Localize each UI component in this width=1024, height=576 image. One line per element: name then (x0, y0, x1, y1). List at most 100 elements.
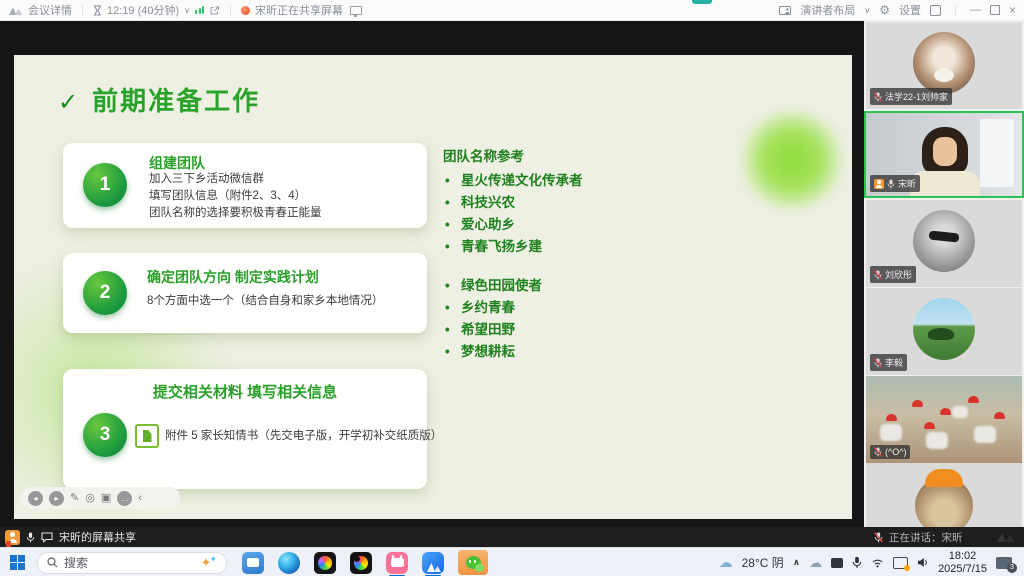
step-number-badge: 2 (83, 271, 127, 315)
camera-app-icon[interactable] (349, 551, 373, 575)
participant-name: 刘欣彤 (885, 268, 912, 281)
participant-tile[interactable]: (^O^) (866, 376, 1022, 463)
host-avatar-chip (874, 179, 884, 189)
participant-badge: 李毅 (870, 354, 907, 371)
meeting-timer[interactable]: 12:19 (40分钟) (107, 2, 179, 18)
wechat-app-icon-active[interactable] (457, 551, 489, 575)
pen-icon: ✎ (70, 493, 79, 504)
bilibili-app-icon[interactable] (385, 551, 409, 575)
refs-header: 团队名称参考 (443, 145, 583, 165)
step-number-badge: 1 (83, 163, 127, 207)
participant-badge: 宋昕 (870, 175, 920, 192)
mic-icon (26, 532, 35, 543)
slide-title: 前期准备工作 (92, 81, 260, 118)
open-external-icon[interactable] (209, 5, 220, 16)
video-person (910, 171, 980, 198)
settings-gear-icon[interactable]: ⚙ (879, 5, 890, 15)
video-background (980, 119, 1014, 187)
search-box[interactable]: 搜索 ✦✦ (37, 552, 227, 574)
collapse-toolbar-icon: ‹ (138, 493, 142, 504)
minimize-button[interactable]: — (970, 4, 981, 16)
taskbar-right: ☁ 28°C 阴 ∧ ☁ 18:02 2025/7/15 (719, 550, 1024, 575)
photo-detail (924, 422, 935, 429)
settings-button[interactable]: 设置 (899, 2, 921, 18)
timer-caret-icon[interactable]: ∨ (184, 6, 190, 15)
fullscreen-button[interactable] (930, 5, 941, 16)
weather-text[interactable]: 28°C 阴 (742, 554, 784, 571)
participant-tile[interactable] (866, 463, 1022, 527)
avatar-detail (925, 469, 963, 487)
taskbar-apps (241, 551, 489, 575)
mic-tray-icon[interactable] (852, 556, 862, 569)
step-line: 附件 5 家长知情书（先交电子版，开学初补交纸质版） (165, 428, 442, 445)
avatar-detail (934, 68, 954, 82)
taskbar-clock[interactable]: 18:02 2025/7/15 (938, 550, 987, 575)
mic-muted-icon (874, 358, 882, 368)
widgets-app-icon[interactable] (241, 551, 265, 575)
participant-tile[interactable]: 法学22-1刘帅家 (866, 22, 1022, 109)
step-line: 加入三下乡活动微信群 (149, 171, 264, 188)
cast-screen-tray-icon[interactable] (893, 557, 908, 569)
photo-detail (968, 396, 979, 403)
photos-app-icon[interactable] (313, 551, 337, 575)
video-person (933, 137, 957, 166)
onedrive-cloud-icon[interactable]: ☁ (809, 555, 822, 571)
step-title: 确定团队方向 制定实践计划 (147, 267, 319, 287)
speaking-status-group: 正在讲话：宋昕 (866, 527, 1024, 547)
participant-name: 法学22-1刘帅家 (885, 90, 948, 103)
divider (955, 5, 956, 15)
team-name-refs-1: 团队名称参考 星火传递文化传承者 科技兴农 爱心助乡 青春飞扬乡建 (443, 145, 583, 258)
layout-caret-icon[interactable]: ∨ (864, 6, 870, 15)
photo-detail (940, 408, 951, 415)
shared-screen-stage: ✓ 前期准备工作 1 组建团队 加入三下乡活动微信群 填写团队信息（附件2、3、… (0, 20, 864, 527)
share-control-tab[interactable] (692, 0, 712, 4)
layout-button[interactable]: 演讲者布局 (800, 2, 855, 18)
step-line: 8个方面中选一个（结合自身和家乡本地情况） (147, 293, 383, 310)
maximize-button[interactable] (990, 5, 1000, 15)
edge-browser-icon[interactable] (277, 551, 301, 575)
check-icon: ✓ (58, 88, 78, 117)
photo-detail (974, 426, 996, 443)
weather-cloud-icon: ☁ (719, 554, 733, 571)
participant-tile-active-speaker[interactable]: 宋昕 (864, 111, 1024, 198)
participant-tile[interactable]: 李毅 (866, 288, 1022, 375)
ime-tray-icon[interactable] (831, 558, 843, 568)
speaker-tray-icon[interactable] (917, 557, 929, 568)
photo-detail (994, 412, 1005, 419)
step-card-3: 提交相关材料 填写相关信息 3 附件 5 家长知情书（先交电子版，开学初补交纸质… (63, 369, 427, 489)
layout-icon (779, 6, 791, 15)
more-tools-icon: … (117, 491, 132, 506)
presenter-toolbar: ◂ ▸ ✎ ◎ ▣ … ‹ (20, 487, 180, 509)
photo-detail (912, 400, 923, 407)
photo-detail (880, 424, 902, 441)
meeting-details-button[interactable]: 会议详情 (28, 2, 72, 18)
ref-item: 希望田野 (443, 319, 542, 341)
ref-item: 星火传递文化传承者 (443, 170, 583, 192)
camera-icon: ▣ (101, 493, 111, 504)
participant-name: 李毅 (885, 356, 903, 369)
participant-tile[interactable]: 刘欣彤 (866, 200, 1022, 287)
step-line: 团队名称的选择要积极青春正能量 (149, 205, 322, 222)
wifi-tray-icon[interactable] (871, 557, 884, 568)
decor-green-blob (736, 110, 848, 210)
close-button[interactable]: × (1009, 3, 1016, 17)
ref-item: 梦想耕耘 (443, 341, 542, 363)
start-button[interactable] (10, 555, 25, 570)
chat-icon (41, 532, 53, 543)
presentation-slide: ✓ 前期准备工作 1 组建团队 加入三下乡活动微信群 填写团队信息（附件2、3、… (14, 55, 852, 519)
ref-item: 青春飞扬乡建 (443, 236, 583, 258)
mic-icon (887, 179, 895, 189)
step-number-badge: 3 (83, 413, 127, 457)
divider (230, 5, 231, 15)
participant-name: (^O^) (885, 447, 906, 457)
step-title: 组建团队 (149, 153, 205, 173)
sharing-indicator-icon (241, 6, 250, 15)
alert-sliver (6, 541, 11, 547)
document-icon (135, 424, 159, 448)
next-slide-icon: ▸ (49, 491, 64, 506)
notification-center-icon[interactable]: 3 (996, 557, 1012, 569)
meeting-app-icon[interactable] (421, 551, 445, 575)
tray-expand-icon[interactable]: ∧ (793, 557, 800, 568)
mic-muted-icon (874, 270, 882, 280)
photo-detail (952, 406, 968, 418)
